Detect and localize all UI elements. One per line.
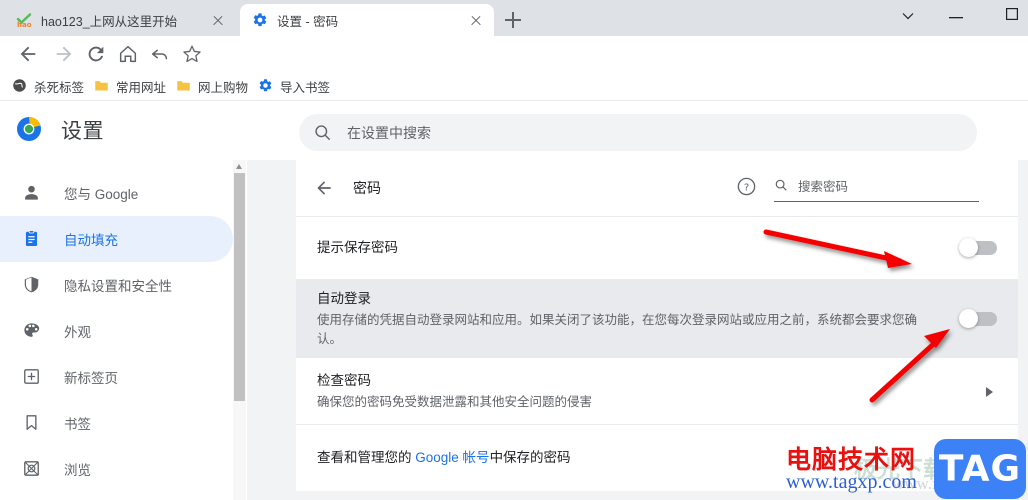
watermark-tag-badge: TAG: [934, 439, 1026, 499]
chrome-settings-logo: [16, 116, 42, 142]
sidebar-item-label: 您与 Google: [64, 187, 139, 202]
search-icon: [774, 178, 789, 193]
sidebar-item-appearance[interactable]: 外观: [0, 308, 233, 354]
folder-icon: [94, 78, 110, 94]
back-arrow-icon[interactable]: [14, 40, 42, 68]
password-search-input[interactable]: 搜索密码: [774, 176, 979, 202]
sidebar-item-browse[interactable]: 浏览: [0, 446, 233, 492]
row-auto-sign-in: 自动登录 使用存储的凭据自动登录网站和应用。如果关闭了该功能，在您每次登录网站或…: [296, 280, 1018, 358]
svg-text:?: ?: [744, 182, 749, 193]
sidebar-item-label: 自动填充: [64, 233, 118, 248]
chevron-down-button[interactable]: [885, 0, 930, 30]
bookmark-icon: [22, 413, 42, 433]
bookmark-label: 常用网址: [116, 80, 167, 95]
settings-search-input[interactable]: 在设置中搜索: [299, 114, 977, 151]
bookmark-folder-common-sites[interactable]: 常用网址: [94, 74, 166, 98]
row-check-passwords[interactable]: 检查密码 确保您的密码免受数据泄露和其他安全问题的侵害: [296, 358, 1018, 425]
toggle-knob: [959, 309, 978, 328]
minimize-button[interactable]: [933, 0, 978, 30]
close-icon[interactable]: [208, 10, 228, 30]
person-icon: [22, 183, 42, 203]
row-texts: 提示保存密码: [317, 238, 959, 258]
toggle-knob: [959, 238, 978, 257]
back-arrow-icon[interactable]: [314, 178, 334, 198]
google-account-link[interactable]: Google 帐号: [415, 450, 489, 465]
sidebar-item-bookmarks[interactable]: 书签: [0, 400, 233, 446]
gear-icon: [258, 78, 274, 94]
row-texts: 检查密码 确保您的密码免受数据泄露和其他安全问题的侵害: [317, 371, 983, 412]
bookmark-label: 网上购物: [198, 80, 249, 95]
close-icon[interactable]: [466, 10, 486, 30]
forward-arrow-icon[interactable]: [50, 40, 78, 68]
tab-hao123[interactable]: hao hao123_上网从这里开始: [4, 4, 236, 36]
sidebar-item-label: 外观: [64, 325, 91, 340]
tab-strip: hao hao123_上网从这里开始 设置 - 密码: [0, 0, 1028, 36]
svg-text:hao: hao: [17, 21, 32, 28]
gear-icon: [252, 12, 268, 28]
sidebar-item-new-tab-page[interactable]: 新标签页: [0, 354, 233, 400]
sidebar-item-label: 浏览: [64, 463, 91, 478]
watermark: 极光下载站 www.xz7.com 电脑技术网 www.tagxp.com TA…: [782, 438, 1028, 500]
footer-prefix: 查看和管理您的: [317, 450, 416, 465]
watermark-tag-text: TAG: [938, 448, 1022, 490]
passwords-title: 密码: [353, 180, 381, 196]
tab-title: 设置 - 密码: [277, 14, 339, 29]
toggle-offer-to-save-passwords[interactable]: [959, 238, 997, 257]
browse-icon: [22, 459, 42, 479]
palette-icon: [22, 321, 42, 341]
globe-icon: [12, 78, 28, 94]
hao123-favicon: hao: [16, 12, 32, 29]
bookmarks-bar: 杀死标签 常用网址 网上购物 导入书签: [0, 72, 1028, 101]
new-tab-icon: [22, 367, 42, 387]
shield-icon: [22, 275, 42, 295]
folder-icon: [176, 78, 192, 94]
browser-window: hao hao123_上网从这里开始 设置 - 密码 杀死标签 常用网址 网上购…: [0, 0, 1028, 500]
new-tab-button[interactable]: [500, 7, 526, 33]
sidebar-item-you-and-google[interactable]: 您与 Google: [0, 170, 233, 216]
bookmark-label: 杀死标签: [34, 80, 85, 95]
row-title: 提示保存密码: [317, 240, 398, 255]
bookmark-label: 导入书签: [280, 80, 331, 95]
tab-title: hao123_上网从这里开始: [41, 14, 178, 29]
settings-search-placeholder: 在设置中搜索: [347, 124, 431, 141]
password-search-placeholder: 搜索密码: [798, 180, 849, 194]
sidebar-item-label: 隐私设置和安全性: [64, 279, 172, 294]
chevron-right-icon[interactable]: [983, 384, 997, 398]
bookmark-folder-shopping[interactable]: 网上购物: [176, 74, 248, 98]
star-icon[interactable]: [178, 40, 206, 68]
reload-icon[interactable]: [82, 40, 110, 68]
row-offer-to-save-passwords: 提示保存密码: [296, 217, 1018, 280]
row-subtitle: 使用存储的凭据自动登录网站和应用。如果关闭了该功能，在您每次登录网站或应用之前，…: [317, 313, 918, 346]
maximize-button[interactable]: [989, 0, 1028, 30]
row-title: 检查密码: [317, 372, 371, 388]
row-title: 自动登录: [317, 291, 371, 306]
clipboard-icon: [22, 229, 42, 249]
watermark-site-url: www.tagxp.com: [786, 471, 917, 493]
home-icon[interactable]: [114, 40, 142, 68]
row-texts: 自动登录 使用存储的凭据自动登录网站和应用。如果关闭了该功能，在您每次登录网站或…: [317, 289, 959, 349]
tab-settings-passwords[interactable]: 设置 - 密码: [240, 4, 494, 36]
page-title: 设置: [61, 120, 104, 143]
help-circle-icon[interactable]: ?: [736, 176, 758, 198]
footer-suffix: 中保存的密码: [489, 450, 571, 465]
scrollbar-thumb[interactable]: [234, 173, 245, 401]
toggle-auto-sign-in[interactable]: [959, 309, 997, 328]
sidebar-item-label: 书签: [64, 417, 91, 432]
browser-toolbar: Cent Browser|chrome://settings/passwords: [0, 36, 1028, 107]
search-icon: [313, 123, 333, 143]
row-subtitle: 确保您的密码免受数据泄露和其他安全问题的侵害: [317, 394, 593, 409]
sidebar-item-privacy-security[interactable]: 隐私设置和安全性: [0, 262, 233, 308]
bookmark-item-import[interactable]: 导入书签: [258, 74, 330, 98]
settings-sidebar: 您与 Google 自动填充 隐私设置和安全性 外观 新标签页 书签 浏览: [0, 160, 233, 500]
undo-icon[interactable]: [146, 40, 174, 68]
sidebar-scrollbar[interactable]: [233, 160, 246, 500]
sidebar-item-autofill[interactable]: 自动填充: [0, 216, 233, 262]
sidebar-item-label: 新标签页: [64, 371, 118, 386]
scroll-up-arrow-icon[interactable]: [236, 164, 242, 169]
passwords-subheader: 密码 ? 搜索密码: [296, 160, 1018, 217]
bookmark-item-kill-tab[interactable]: 杀死标签: [12, 74, 84, 98]
